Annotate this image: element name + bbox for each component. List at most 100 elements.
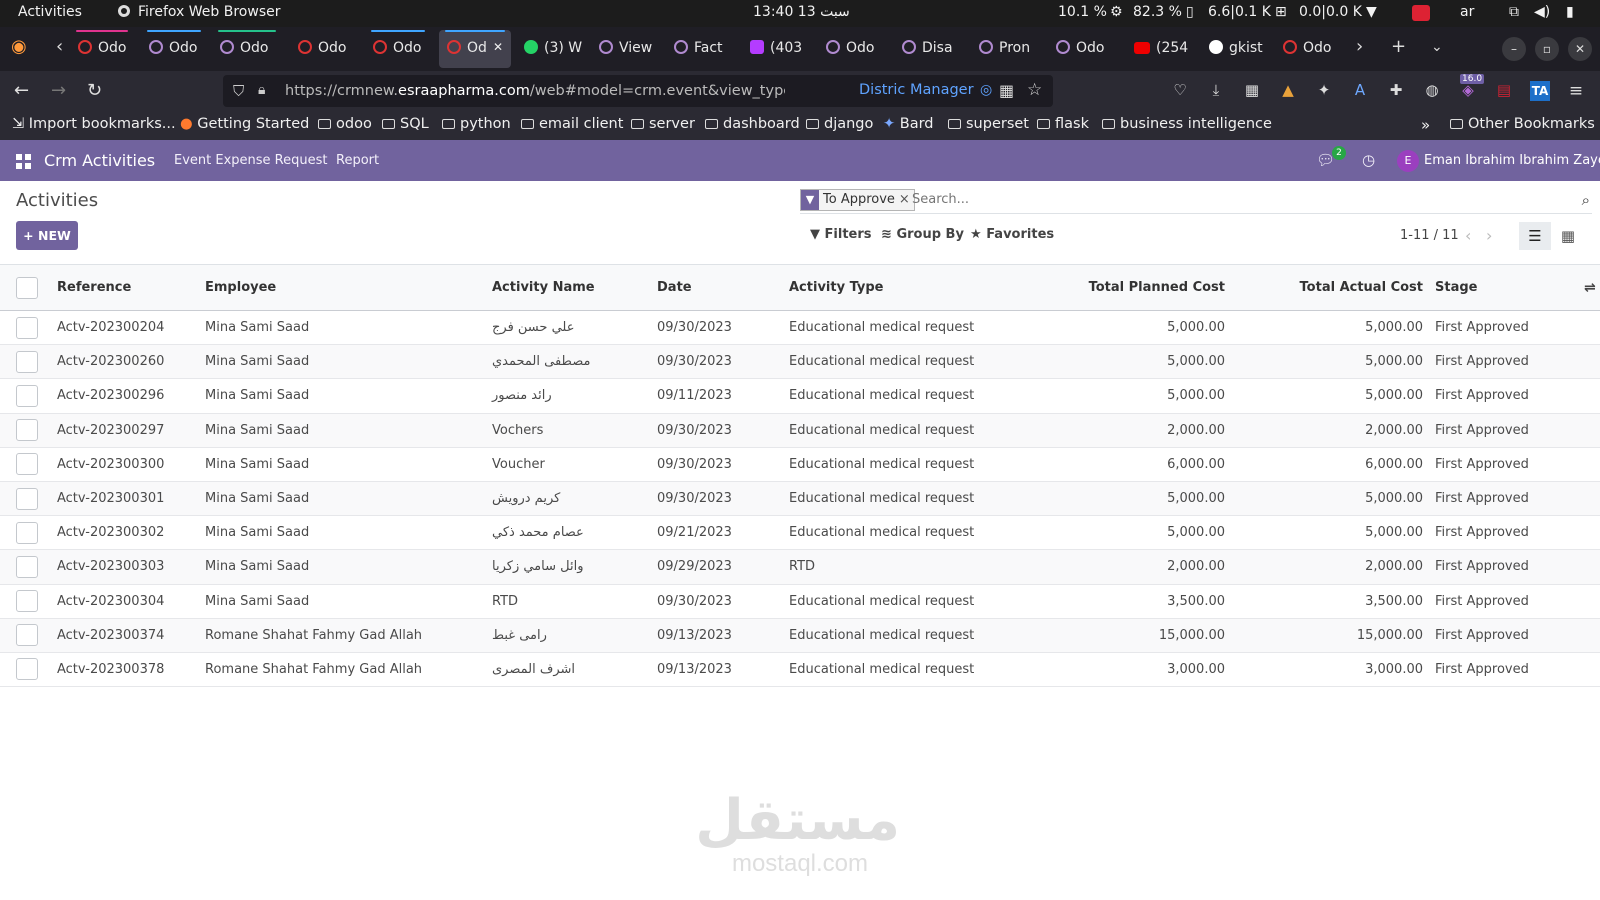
browser-tab[interactable]: Disa — [894, 30, 964, 68]
downloads-icon[interactable]: ⤓ — [1206, 81, 1226, 101]
lock-icon[interactable]: 🔒︎ — [258, 82, 265, 98]
table-row[interactable]: Actv-202300260 Mina Sami Saad مصطفى المحمد… — [0, 344, 1600, 379]
forward-icon[interactable]: → — [51, 80, 66, 101]
pager-next-icon[interactable]: › — [1486, 226, 1492, 245]
pager-value[interactable]: 1-11 / 11 — [1400, 228, 1459, 243]
reload-icon[interactable]: ↻ — [87, 80, 102, 101]
wifi-icon[interactable]: ▼ — [1366, 4, 1377, 20]
extension-bird-icon[interactable]: ✦ — [1314, 81, 1334, 101]
filters-button[interactable]: ▼ Filters — [810, 227, 872, 242]
browser-tab[interactable]: Fact — [666, 30, 736, 68]
pivot-view-icon[interactable]: ▦ — [1552, 222, 1584, 250]
browser-tab[interactable]: Odo — [290, 30, 358, 68]
menu-report[interactable]: Report — [336, 153, 379, 168]
fingerprint-icon[interactable]: ◎ — [980, 82, 992, 98]
column-header-total-actual-cost[interactable]: Total Actual Cost — [1233, 265, 1431, 311]
row-checkbox[interactable] — [15, 555, 38, 578]
browser-tab[interactable]: Odo — [1048, 30, 1118, 68]
browser-tab[interactable]: Odo — [1275, 30, 1341, 68]
more-bookmarks-icon[interactable]: » — [1421, 116, 1430, 134]
column-header-reference[interactable]: Reference — [53, 265, 201, 311]
row-checkbox[interactable] — [15, 590, 38, 613]
table-row[interactable]: Actv-202300297 Mina Sami Saad Vochers 09/30… — [0, 413, 1600, 448]
bookmark-item[interactable]: superset — [948, 116, 1029, 132]
scroll-tabs-left-icon[interactable]: ‹ — [56, 36, 63, 57]
column-header-date[interactable]: Date — [653, 265, 785, 311]
bookmark-item[interactable]: python — [442, 116, 511, 132]
table-row[interactable]: Actv-202300302 Mina Sami Saad عصام محمد ذك… — [0, 516, 1600, 550]
column-header-activity-name[interactable]: Activity Name — [488, 265, 653, 311]
pocket-icon[interactable]: ♡ — [1170, 81, 1190, 101]
list-view-icon[interactable]: ☰ — [1519, 222, 1551, 250]
app-title[interactable]: Crm Activities — [44, 151, 155, 170]
tracking-shield-icon[interactable]: ⛉ — [233, 82, 244, 100]
search-icon[interactable]: ⌕ — [1582, 191, 1590, 209]
qr-code-icon[interactable]: ▦ — [999, 81, 1014, 100]
app-switcher-icon[interactable] — [16, 154, 31, 169]
close-window-icon[interactable]: ✕ — [1568, 37, 1592, 61]
pager-previous-icon[interactable]: ‹ — [1465, 226, 1471, 245]
browser-tab[interactable]: (254 — [1126, 30, 1194, 68]
select-all-checkbox[interactable] — [15, 276, 38, 299]
browser-tab[interactable]: gkist — [1201, 30, 1269, 68]
bookmark-item[interactable]: server — [631, 116, 695, 132]
new-button[interactable]: + NEW — [16, 221, 78, 250]
browser-tab[interactable]: Pron — [971, 30, 1041, 68]
wired-network-icon[interactable]: ⧉ — [1509, 4, 1519, 20]
table-row[interactable]: Actv-202300301 Mina Sami Saad كريم درويش 09… — [0, 481, 1600, 516]
app-menu-icon[interactable]: ≡ — [1566, 81, 1586, 101]
user-menu[interactable]: Eman Ibrahim Ibrahim Zayed — [1424, 153, 1600, 168]
app-menu-label[interactable]: Firefox Web Browser — [138, 4, 281, 20]
back-icon[interactable]: ← — [14, 80, 29, 101]
odoo-debug-icon[interactable]: ◈ — [1458, 81, 1478, 101]
row-checkbox[interactable] — [15, 624, 38, 647]
browser-tab[interactable]: Odo — [212, 30, 282, 68]
other-bookmarks-folder[interactable]: Other Bookmarks — [1450, 116, 1595, 132]
column-header-stage[interactable]: Stage — [1431, 265, 1580, 311]
clock[interactable]: 13:40 سبت 13 — [753, 4, 850, 20]
firefox-view-icon[interactable]: ◉ — [11, 36, 27, 57]
row-checkbox[interactable] — [15, 521, 38, 544]
pdf-icon[interactable]: ▤ — [1494, 81, 1514, 101]
table-row[interactable]: Actv-202300378 Romane Shahat Fahmy Gad Al… — [0, 652, 1600, 687]
bookmark-item[interactable]: ⇲ Import bookmarks... — [12, 116, 176, 132]
url-text[interactable]: https://crmnew.esraapharma.com/web#model… — [285, 83, 785, 99]
row-checkbox[interactable] — [15, 487, 38, 510]
row-checkbox[interactable] — [15, 316, 38, 339]
scroll-tabs-right-icon[interactable]: › — [1356, 36, 1363, 57]
row-checkbox[interactable] — [15, 350, 38, 373]
extension-hat-icon[interactable]: ▲ — [1278, 81, 1298, 101]
bookmark-item[interactable]: django — [806, 116, 873, 132]
menu-event-expense-request[interactable]: Event Expense Request — [174, 153, 327, 168]
activities-button[interactable]: Activities — [18, 4, 82, 20]
maximize-window-icon[interactable]: ▫ — [1535, 37, 1559, 61]
extensions-puzzle-icon[interactable]: ✚ — [1386, 81, 1406, 101]
bookmark-item[interactable]: flask — [1037, 116, 1089, 132]
table-row[interactable]: Actv-202300303 Mina Sami Saad وائل سامي زك… — [0, 549, 1600, 584]
url-extension-label[interactable]: Distric Manager — [859, 82, 974, 98]
browser-tab[interactable]: Odo — [365, 30, 431, 68]
bookmark-item[interactable]: ✦ Bard — [883, 116, 934, 132]
browser-tab[interactable]: View — [591, 30, 659, 68]
browser-tab[interactable]: (403 — [742, 30, 812, 68]
favorites-button[interactable]: ★ Favorites — [970, 227, 1054, 242]
bookmark-item[interactable]: business intelligence — [1102, 116, 1272, 132]
browser-tab[interactable]: (3) W — [516, 30, 586, 68]
bookmark-item[interactable]: ● Getting Started — [180, 116, 309, 132]
new-tab-icon[interactable]: + — [1391, 36, 1406, 57]
column-header-total-planned-cost[interactable]: Total Planned Cost — [1035, 265, 1233, 311]
url-bar[interactable]: ⛉ 🔒︎ https://crmnew.esraapharma.com/web#… — [223, 75, 1053, 107]
volume-icon[interactable]: ◀) — [1534, 4, 1550, 20]
globe-icon[interactable]: ◍ — [1422, 81, 1442, 101]
translate-icon[interactable]: A — [1350, 81, 1370, 101]
browser-tab[interactable]: Od ✕ — [439, 30, 511, 68]
battery-icon[interactable]: ▮ — [1566, 4, 1574, 20]
optional-columns-icon[interactable]: ⇌ — [1580, 265, 1600, 311]
bookmark-item[interactable]: dashboard — [705, 116, 800, 132]
extension-ta-icon[interactable]: TA — [1530, 81, 1550, 101]
extension-grid-icon[interactable]: ▦ — [1242, 81, 1262, 101]
minimize-window-icon[interactable]: – — [1502, 37, 1526, 61]
indicator-app-icon[interactable] — [1412, 5, 1430, 21]
table-row[interactable]: Actv-202300300 Mina Sami Saad Voucher 09/30… — [0, 447, 1600, 482]
browser-tab[interactable]: Odo — [70, 30, 134, 68]
